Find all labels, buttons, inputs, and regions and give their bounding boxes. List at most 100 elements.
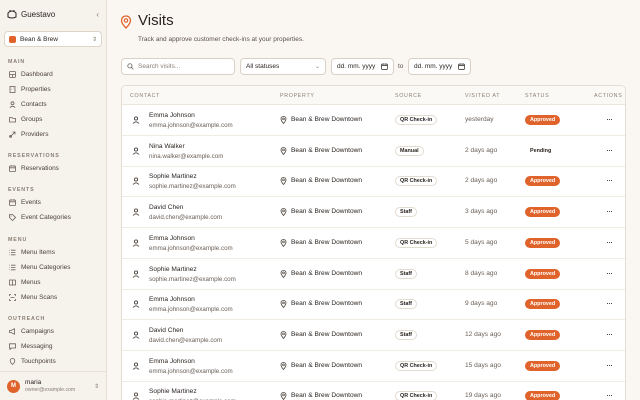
status-badge: Approved (525, 360, 561, 371)
list-icon (8, 264, 16, 272)
status-badge: Pending (525, 145, 557, 156)
sidebar-item-label: Providers (21, 131, 49, 138)
sidebar-item-dashboard[interactable]: Dashboard (8, 69, 100, 80)
more-actions-icon[interactable]: ··· (606, 175, 613, 185)
sidebar-item-events[interactable]: Events (8, 197, 100, 208)
status-badge: Approved (525, 329, 561, 340)
person-icon (132, 208, 140, 216)
sidebar-item-campaigns[interactable]: Campaigns (8, 326, 100, 337)
contact-name: Emma Johnson (149, 296, 195, 304)
user-menu[interactable]: M maria owner@example.com ⇕ (0, 371, 106, 400)
chevron-updown-icon: ⇕ (91, 36, 97, 43)
sidebar-item-reservations[interactable]: Reservations (8, 163, 100, 174)
visited-at: 9 days ago (465, 300, 498, 308)
visited-at: 12 days ago (465, 330, 501, 338)
contact-name: David Chen (149, 326, 184, 334)
more-actions-icon[interactable]: ··· (606, 329, 613, 339)
table-row[interactable]: Sophie Martinez sophie.martinez@example.… (122, 166, 625, 198)
contact-email: emma.johnson@example.com (149, 244, 233, 252)
sidebar-item-properties[interactable]: Properties (8, 84, 100, 95)
date-to-input[interactable]: dd. mm. yyyy (408, 58, 471, 75)
property-selector[interactable]: Bean & Brew ⇕ (4, 31, 102, 47)
sidebar-section-menu: MENU (8, 237, 28, 243)
visited-at: 8 days ago (465, 269, 498, 277)
guestavo-logo-icon (7, 10, 17, 19)
calendar-icon[interactable] (381, 63, 388, 70)
more-actions-icon[interactable]: ··· (606, 145, 613, 155)
sidebar-item-label: Properties (21, 86, 51, 93)
visited-at: yesterday (465, 116, 494, 123)
more-actions-icon[interactable]: ··· (606, 390, 613, 400)
table-row[interactable]: Emma Johnson emma.johnson@example.com Be… (122, 228, 625, 259)
contact-email: emma.johnson@example.com (149, 122, 233, 129)
person-icon (132, 392, 140, 400)
table-row[interactable]: Sophie Martinez sophie.martinez@example.… (122, 381, 625, 400)
table-row[interactable]: Sophie Martinez sophie.martinez@example.… (122, 259, 625, 290)
contact-name: Emma Johnson (149, 112, 195, 119)
location-pin-icon (280, 238, 287, 247)
search-placeholder: Search visits... (138, 63, 181, 70)
date-range-to-label: to (398, 63, 404, 70)
date-from-input[interactable]: dd. mm. yyyy (331, 58, 394, 75)
search-input[interactable]: Search visits... (121, 58, 235, 75)
more-actions-icon[interactable]: ··· (606, 298, 613, 308)
calendar-icon[interactable] (458, 63, 465, 70)
table-row[interactable]: Emma Johnson emma.johnson@example.com Be… (122, 105, 625, 136)
sidebar-item-contacts[interactable]: Contacts (8, 99, 100, 110)
chevron-down-icon: ⌄ (314, 64, 320, 70)
sidebar-item-touchpoints[interactable]: Touchpoints (8, 356, 100, 367)
contact-name: David Chen (149, 204, 184, 212)
sidebar-item-label: Reservations (21, 165, 59, 172)
megaphone-icon (8, 328, 16, 336)
sidebar-item-label: Contacts (21, 101, 47, 108)
sidebar-item-menu-items[interactable]: Menu Items (8, 247, 100, 258)
source-badge: Staff (395, 329, 417, 340)
sidebar-item-providers[interactable]: Providers (8, 129, 100, 140)
sidebar-item-menu-categories[interactable]: Menu Categories (8, 262, 100, 273)
sidebar-item-messaging[interactable]: Messaging (8, 341, 100, 352)
calendar-icon (8, 199, 16, 207)
more-actions-icon[interactable]: ··· (606, 360, 613, 370)
more-actions-icon[interactable]: ··· (606, 114, 613, 124)
dashboard-icon (8, 71, 16, 79)
sidebar-section-outreach: OUTREACH (8, 316, 46, 322)
book-icon (8, 279, 16, 287)
sidebar-item-groups[interactable]: Groups (8, 114, 100, 125)
status-filter-select[interactable]: All statuses ⌄ (240, 58, 326, 75)
source-badge: Staff (395, 268, 417, 279)
more-actions-icon[interactable]: ··· (606, 237, 613, 247)
location-pin-icon (280, 392, 287, 400)
folder-icon (8, 116, 16, 124)
table-row[interactable]: Emma Johnson emma.johnson@example.com Be… (122, 351, 625, 382)
person-icon (132, 300, 140, 309)
location-pin-icon (280, 146, 287, 155)
table-row[interactable]: David Chen david.chen@example.com Bean &… (122, 320, 625, 351)
contacts-icon (8, 101, 16, 109)
sidebar-item-label: Touchpoints (21, 358, 56, 365)
sidebar-item-label: Dashboard (21, 71, 53, 78)
status-badge: Approved (525, 391, 561, 400)
sidebar-item-menu-scans[interactable]: Menu Scans (8, 292, 100, 303)
property-name: Bean & Brew Downtown (291, 116, 363, 123)
location-pin-icon (120, 15, 132, 29)
contact-email: sophie.martinez@example.com (149, 183, 236, 191)
sidebar-section-main: MAIN (8, 59, 26, 65)
property-name: Bean & Brew Downtown (291, 361, 363, 369)
table-row[interactable]: David Chen david.chen@example.com Bean &… (122, 197, 625, 229)
sidebar-item-menus[interactable]: Menus (8, 277, 100, 288)
sidebar-item-event-categories[interactable]: Event Categories (8, 212, 100, 223)
contact-email: emma.johnson@example.com (149, 367, 233, 375)
source-badge: QR Check-in (395, 391, 438, 400)
person-icon (132, 239, 140, 247)
sidebar-item-label: Groups (21, 116, 43, 123)
contact-email: emma.johnson@example.com (149, 306, 233, 314)
person-icon (132, 269, 140, 278)
table-row[interactable]: Nina Walker nina.walker@example.com Bean… (122, 136, 625, 167)
chevron-left-icon[interactable]: ‹ (96, 10, 99, 19)
property-name: Bean & Brew Downtown (291, 300, 363, 308)
contact-email: david.chen@example.com (149, 214, 223, 222)
more-actions-icon[interactable]: ··· (606, 268, 613, 278)
table-row[interactable]: Emma Johnson emma.johnson@example.com Be… (122, 289, 625, 321)
more-actions-icon[interactable]: ··· (606, 206, 613, 216)
visited-at: 5 days ago (465, 238, 498, 246)
